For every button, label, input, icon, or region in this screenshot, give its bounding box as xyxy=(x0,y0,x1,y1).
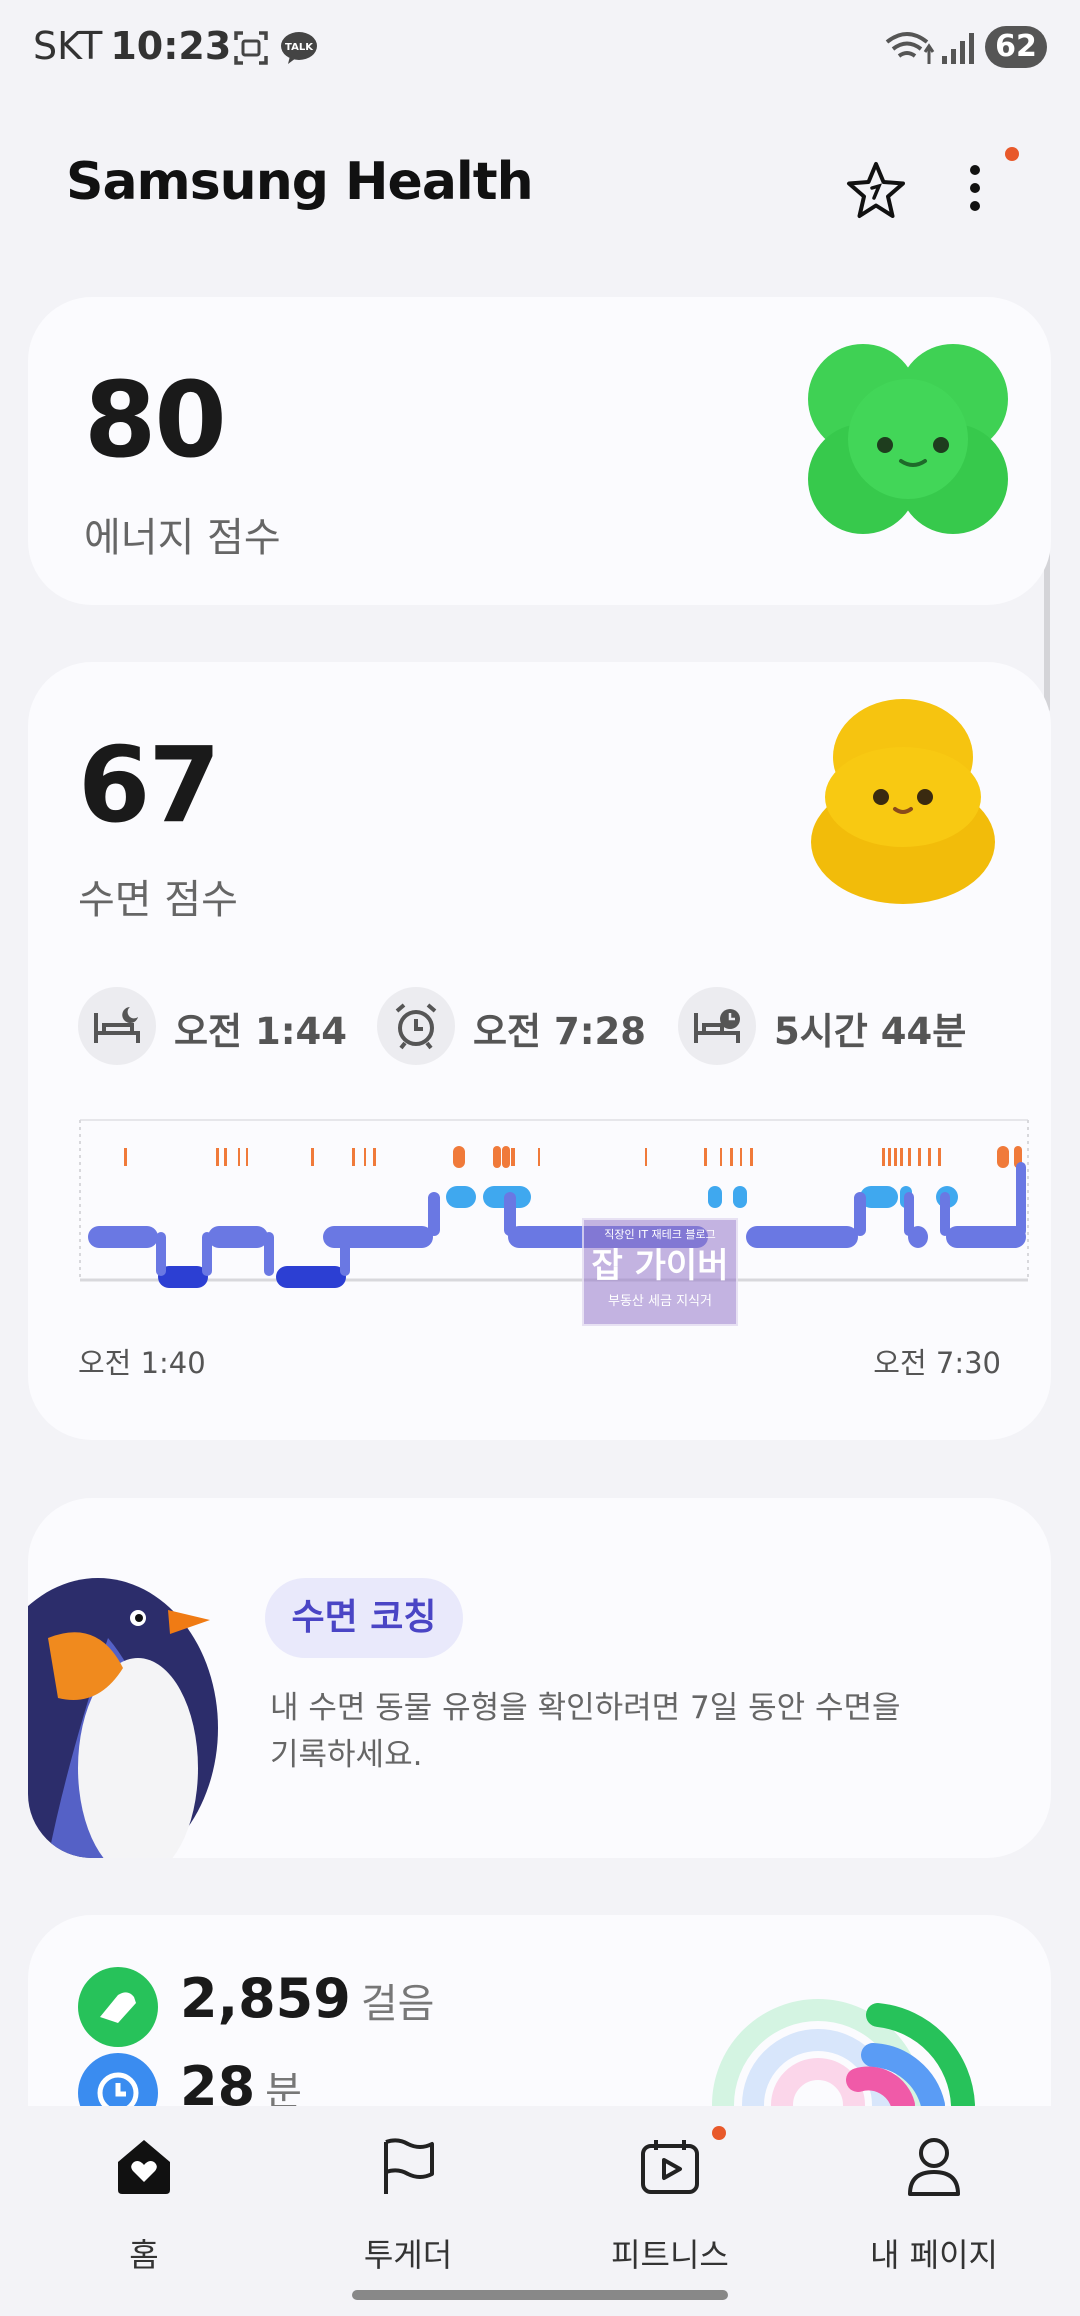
energy-score-value: 80 xyxy=(84,359,227,481)
nav-my-page-label: 내 페이지 xyxy=(870,2236,998,2274)
wake-time-value: 오전 7:28 xyxy=(473,1010,646,1053)
bed-clock-icon xyxy=(694,1009,740,1043)
energy-character-icon xyxy=(808,344,1008,534)
status-bar: SKT 10:23 TALK 62 xyxy=(0,0,1080,100)
gesture-home-indicator[interactable] xyxy=(352,2290,728,2300)
sleep-score-card[interactable]: 67 수면 점수 오전 1:44 오전 7:28 5시간 44분 오전 1:40… xyxy=(28,662,1051,1440)
bed-moon-icon xyxy=(94,1007,140,1043)
carrier-label: SKT xyxy=(33,24,103,68)
bedtime-value: 오전 1:44 xyxy=(174,1010,347,1053)
sleep-score-value: 67 xyxy=(78,724,221,846)
app-title: Samsung Health xyxy=(66,152,534,212)
energy-score-label: 에너지 점수 xyxy=(84,515,281,561)
wifi-icon xyxy=(885,32,935,64)
fitness-notification-dot xyxy=(712,2126,726,2140)
chart-end-time: 오전 7:30 xyxy=(873,1346,1001,1380)
chart-start-time: 오전 1:40 xyxy=(78,1346,206,1380)
status-left: SKT 10:23 xyxy=(33,24,231,68)
signal-icon xyxy=(942,33,974,64)
sleep-score-label: 수면 점수 xyxy=(78,877,238,923)
screenshot-icon xyxy=(234,31,268,65)
sleep-duration-value: 5시간 44분 xyxy=(774,1010,967,1053)
light-sleep-marks xyxy=(88,1226,1026,1248)
fitness-video-icon xyxy=(641,2140,699,2194)
alarm-clock-icon xyxy=(395,1003,437,1050)
nav-fitness-label: 피트니스 xyxy=(611,2236,729,2274)
penguin-character-icon xyxy=(28,1578,218,1858)
sleep-coaching-description: 내 수면 동물 유형을 확인하려면 7일 동안 수면을 기록하세요. xyxy=(270,1690,901,1773)
home-icon xyxy=(118,2140,170,2194)
watermark-top: 직장인 IT 재테크 블로그 xyxy=(604,1228,716,1241)
talk-badge-text: TALK xyxy=(285,42,314,53)
battery-indicator: 62 xyxy=(985,26,1047,68)
clock: 10:23 xyxy=(110,24,232,68)
energy-score-card[interactable]: 80 에너지 점수 xyxy=(28,297,1051,605)
steps-value: 2,859 xyxy=(180,1967,351,2030)
watermark-main: 잡 가이버 xyxy=(591,1246,729,1286)
flag-icon xyxy=(384,2138,434,2194)
awake-marks xyxy=(124,1146,1022,1168)
favorite-star-icon[interactable] xyxy=(845,160,907,222)
sleep-coaching-card[interactable] xyxy=(28,1498,1051,1858)
sleep-character-icon xyxy=(811,699,995,904)
steps-unit: 걸음 xyxy=(360,1981,435,2027)
steps-metric: 2,859 걸음 xyxy=(180,1967,434,2030)
watermark: 직장인 IT 재테크 블로그 잡 가이버 부동산 세금 지식거 xyxy=(582,1218,738,1326)
sleep-duration-metric: 5시간 44분 xyxy=(678,987,998,1065)
sleep-duration-bg xyxy=(678,987,756,1065)
deep-sleep-marks xyxy=(158,1266,346,1288)
profile-icon xyxy=(908,2138,960,2196)
nav-together-label: 투게더 xyxy=(363,2236,453,2274)
wake-time-bg xyxy=(377,987,455,1065)
rem-marks xyxy=(446,1186,958,1208)
steps-icon xyxy=(78,1967,158,2047)
sleep-stage-chart[interactable] xyxy=(78,1112,1030,1292)
more-options-icon[interactable] xyxy=(960,162,990,222)
watermark-bottom: 부동산 세금 지식거 xyxy=(608,1294,712,1309)
bottom-navigation: 홈 투게더 피트니스 내 페이지 xyxy=(0,2106,1080,2316)
kakaotalk-icon: TALK xyxy=(281,32,317,64)
bedtime-bg xyxy=(78,987,156,1065)
bedtime-metric: 오전 1:44 xyxy=(78,987,347,1065)
notification-dot xyxy=(1005,147,1019,161)
wake-time-metric: 오전 7:28 xyxy=(377,987,646,1065)
nav-home-label: 홈 xyxy=(129,2236,159,2274)
sleep-coaching-title[interactable]: 수면 코칭 xyxy=(265,1578,463,1658)
